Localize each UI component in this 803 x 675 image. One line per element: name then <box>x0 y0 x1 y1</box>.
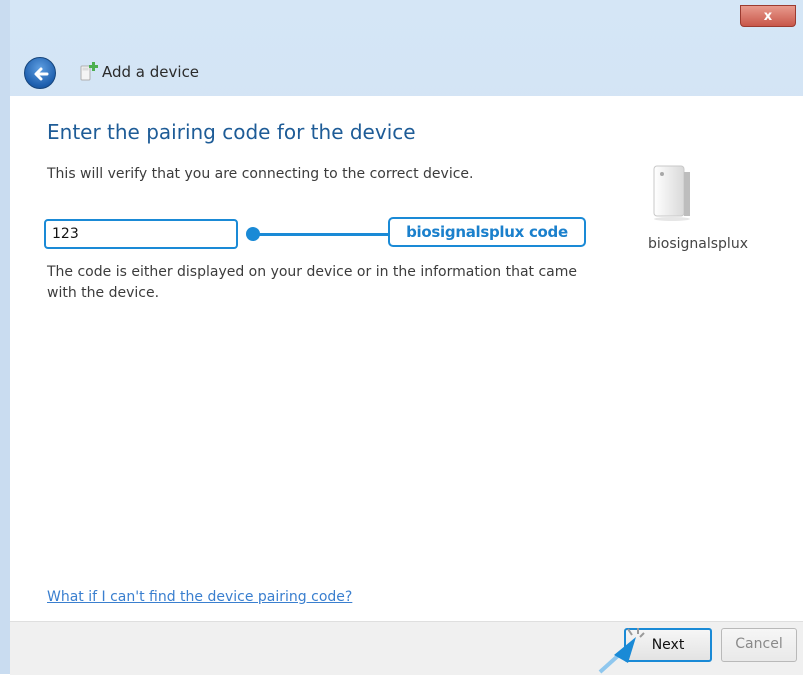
page-title: Enter the pairing code for the device <box>47 120 416 144</box>
content-panel: Enter the pairing code for the device Th… <box>10 96 803 621</box>
back-arrow-icon <box>34 67 49 81</box>
pairing-hint-text: The code is either displayed on your dev… <box>47 264 578 301</box>
click-pointer-icon <box>598 628 645 674</box>
help-link[interactable]: What if I can't find the device pairing … <box>47 589 352 605</box>
footer-bar: Next Cancel <box>10 621 803 675</box>
callout-connector-line <box>258 233 388 236</box>
window-left-border <box>0 0 10 674</box>
header-bar: Add a device <box>10 52 803 96</box>
pairing-code-input[interactable] <box>44 219 238 249</box>
window-title: Add a device <box>102 63 200 81</box>
code-callout-label: biosignalsplux code <box>388 217 586 247</box>
page-description: This will verify that you are connecting… <box>47 166 474 182</box>
back-button[interactable] <box>24 57 56 89</box>
close-button[interactable]: x <box>740 5 796 27</box>
device-name-label: biosignalsplux <box>648 236 748 252</box>
close-icon: x <box>763 9 773 24</box>
cancel-button[interactable]: Cancel <box>721 628 797 662</box>
device-tower-icon <box>653 165 690 221</box>
add-device-icon <box>80 62 98 81</box>
